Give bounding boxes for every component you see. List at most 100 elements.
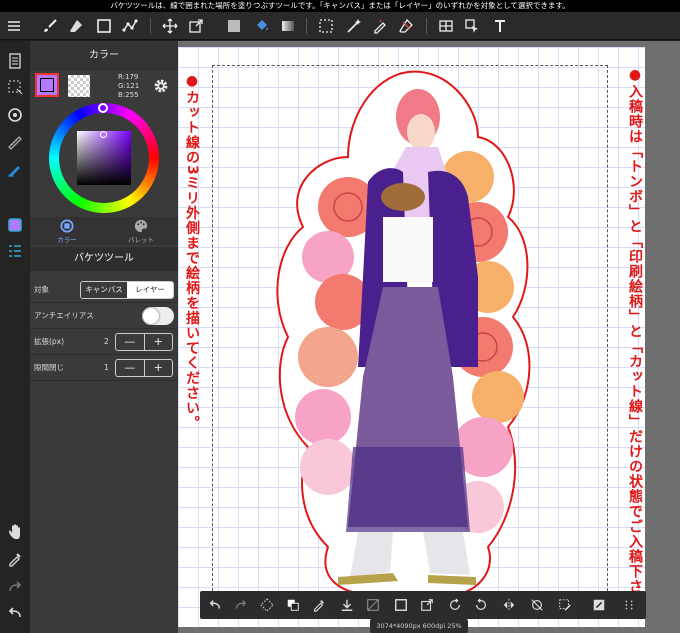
- expand-minus-button[interactable]: —: [116, 334, 144, 350]
- canvas-area[interactable]: ●カット線の3ミリ外側まで絵柄を描いてください。 ●入稿時は「トンボ」と「印刷絵…: [178, 41, 680, 633]
- flip-horizontal-button[interactable]: [500, 596, 518, 614]
- undo-button[interactable]: [5, 603, 25, 623]
- left-icon-strip: [0, 41, 30, 633]
- magic-wand-icon: [347, 19, 361, 33]
- select-pen-icon: [374, 19, 386, 34]
- transform-layer-button[interactable]: [418, 596, 436, 614]
- target-option-canvas[interactable]: キャンバス: [81, 282, 127, 298]
- shape-tool-button[interactable]: [94, 16, 114, 36]
- layers-panel-button[interactable]: [5, 241, 25, 261]
- select-eraser-icon: [399, 18, 413, 33]
- rotate-canvas-button[interactable]: [5, 105, 25, 125]
- eyedropper-icon: [9, 553, 21, 567]
- expand-label: 拡張(px): [34, 337, 65, 346]
- tool-hint-bar: バケツツールは、線で囲まれた場所を塗りつぶすツールです。「キャンバス」または「レ…: [0, 0, 680, 12]
- undo-button[interactable]: [206, 596, 224, 614]
- gradient-icon: [282, 21, 294, 31]
- transform-icon: [260, 598, 274, 612]
- menu-button[interactable]: [4, 16, 24, 36]
- expand-plus-button[interactable]: +: [143, 334, 173, 350]
- layers-list-icon: [9, 245, 21, 257]
- main-color-swatch[interactable]: [35, 73, 59, 97]
- blue-value: B:255: [118, 91, 139, 99]
- gap-close-minus-button[interactable]: —: [116, 360, 144, 376]
- canvas-paper[interactable]: ●カット線の3ミリ外側まで絵柄を描いてください。 ●入稿時は「トンボ」と「印刷絵…: [178, 47, 645, 627]
- rotate-right-button[interactable]: [472, 596, 490, 614]
- sv-knob[interactable]: [100, 131, 107, 138]
- hue-knob[interactable]: [98, 103, 108, 113]
- left-instruction-note: ●カット線の3ミリ外側まで絵柄を描いてください。: [184, 73, 200, 431]
- antialias-toggle[interactable]: [142, 307, 174, 325]
- frame-divider-tool-button[interactable]: [436, 16, 456, 36]
- eraser-tool-button[interactable]: [66, 16, 86, 36]
- selection-button[interactable]: [5, 77, 25, 97]
- layer-list-button[interactable]: [5, 51, 25, 71]
- transparent-color-swatch[interactable]: [68, 75, 90, 97]
- document-icon: [9, 53, 21, 69]
- tab-color[interactable]: カラー: [30, 217, 104, 245]
- layer-settings-button[interactable]: [590, 596, 608, 614]
- dashed-select-icon: [8, 80, 23, 95]
- color-swap-button[interactable]: [284, 596, 302, 614]
- eyedropper-button[interactable]: [5, 549, 25, 569]
- download-icon: [341, 599, 353, 611]
- snap-button[interactable]: [5, 159, 25, 179]
- gradient-tool-button[interactable]: [278, 16, 298, 36]
- toolbar-divider: [150, 18, 151, 34]
- redo-icon: [9, 581, 22, 592]
- eraser-icon: [70, 20, 82, 32]
- gap-close-plus-button[interactable]: +: [143, 360, 173, 376]
- select-tool-button[interactable]: [316, 16, 336, 36]
- redo-icon: [235, 600, 247, 609]
- eyedropper-button[interactable]: [310, 596, 328, 614]
- select-eraser-tool-button[interactable]: [396, 16, 416, 36]
- move-icon: [162, 18, 178, 34]
- color-panel-button[interactable]: [5, 215, 25, 235]
- transform-tool-button[interactable]: [186, 16, 206, 36]
- text-tool-button[interactable]: [490, 16, 510, 36]
- expand-value: 2: [104, 337, 109, 346]
- color-settings-button[interactable]: [152, 77, 170, 95]
- target-row: 対象 キャンバス レイヤー: [30, 277, 178, 303]
- gap-close-stepper: — +: [115, 359, 173, 377]
- rotate-left-button[interactable]: [446, 596, 464, 614]
- brush-icon: [44, 19, 57, 32]
- target-option-layer[interactable]: レイヤー: [127, 282, 173, 298]
- transform-button[interactable]: [258, 596, 276, 614]
- magic-wand-tool-button[interactable]: [344, 16, 364, 36]
- fill-color-tool-button[interactable]: [224, 16, 244, 36]
- undo-icon: [8, 607, 21, 618]
- rgb-readout: R:179 G:121 B:255: [118, 73, 139, 100]
- more-options-button[interactable]: [620, 596, 638, 614]
- toolbar-divider: [426, 18, 427, 34]
- hand-tool-button[interactable]: [5, 521, 25, 541]
- pen-stabilizer-icon: [8, 166, 20, 177]
- rotate-left-icon: [450, 598, 460, 610]
- clear-layer-button[interactable]: [364, 596, 382, 614]
- operation-tool-button[interactable]: [462, 16, 482, 36]
- redo-button[interactable]: [5, 577, 25, 597]
- redo-button[interactable]: [232, 596, 250, 614]
- fill-layer-button[interactable]: [392, 596, 410, 614]
- deselect-button[interactable]: [556, 596, 574, 614]
- tab-palette[interactable]: パレット: [104, 217, 178, 245]
- move-tool-button[interactable]: [160, 16, 180, 36]
- polyline-tool-button[interactable]: [120, 16, 140, 36]
- select-edit-icon: [559, 599, 571, 611]
- snap-off-button[interactable]: [528, 596, 546, 614]
- ruler-button[interactable]: [5, 133, 25, 153]
- cursor-select-icon: [465, 19, 478, 33]
- app-window: バケツツールは、線で囲まれた場所を塗りつぶすツールです。「キャンバス」または「レ…: [0, 0, 680, 633]
- select-pen-tool-button[interactable]: [370, 16, 390, 36]
- save-button[interactable]: [338, 596, 356, 614]
- brush-tool-button[interactable]: [40, 16, 60, 36]
- dashed-select-icon: [319, 19, 333, 33]
- rotate-right-icon: [476, 598, 486, 610]
- frame-divider-icon: [439, 20, 453, 32]
- color-wheel[interactable]: [49, 103, 159, 213]
- bucket-tool-button[interactable]: [252, 16, 272, 36]
- saturation-value-square[interactable]: [77, 131, 131, 185]
- gear-icon: [154, 79, 168, 93]
- transform-icon: [189, 19, 203, 33]
- artwork-illustration: [276, 70, 531, 597]
